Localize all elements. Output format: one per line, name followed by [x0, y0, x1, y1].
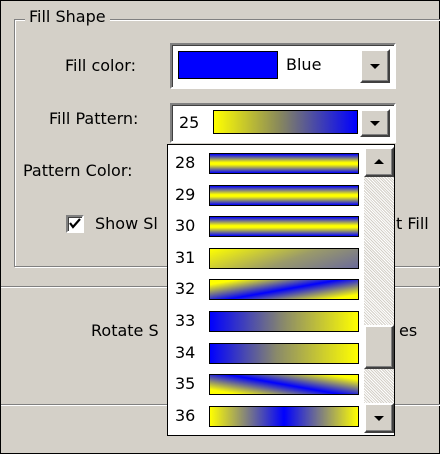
pattern-option-swatch: [209, 405, 359, 427]
fill-color-label: Fill color:: [65, 56, 136, 75]
pattern-option-swatch: [209, 247, 359, 269]
fill-pattern-combobox[interactable]: 25: [170, 103, 396, 143]
checkmark-icon: [69, 218, 81, 229]
pattern-option[interactable]: 29: [168, 179, 362, 211]
chevron-up-icon: [374, 159, 384, 164]
pattern-option-swatch: [209, 374, 359, 396]
fill-pattern-label: Fill Pattern:: [49, 109, 139, 128]
pattern-option-swatch: [209, 216, 359, 238]
chevron-down-icon: [374, 416, 384, 421]
pattern-option[interactable]: 31: [168, 242, 362, 274]
vertical-scrollbar[interactable]: [364, 147, 394, 433]
pattern-dropdown-list[interactable]: 28 29 30 31 32 33 34 35 36: [167, 144, 395, 436]
pattern-option-number: 36: [175, 405, 196, 425]
dialog-panel: Fill Shape Fill color: Blue Fill Pattern…: [0, 0, 440, 454]
show-checkbox[interactable]: [66, 215, 84, 233]
pattern-option-number: 34: [175, 342, 196, 362]
pattern-option-number: 35: [175, 374, 196, 394]
pattern-option-number: 32: [175, 279, 196, 299]
pattern-option[interactable]: 34: [168, 337, 362, 369]
pattern-option-number: 28: [175, 153, 196, 172]
show-checkbox-label: Show Sl: [95, 214, 158, 233]
fill-color-value: Blue: [286, 55, 322, 74]
pattern-option-number: 33: [175, 311, 196, 330]
pattern-option[interactable]: 28: [168, 147, 362, 179]
pattern-option-swatch: [209, 279, 359, 301]
fill-pattern-dropdown-button[interactable]: [360, 109, 390, 137]
right-es-text: es: [399, 321, 418, 340]
pattern-option-number: 29: [175, 184, 196, 204]
pattern-option[interactable]: 33: [168, 305, 362, 337]
scroll-down-button[interactable]: [364, 403, 394, 433]
chevron-down-icon: [370, 64, 380, 69]
pattern-option-number: 31: [175, 247, 196, 267]
pattern-option[interactable]: 36: [168, 400, 362, 432]
fill-color-dropdown-button[interactable]: [360, 49, 390, 83]
pattern-color-label: Pattern Color:: [23, 161, 133, 180]
pattern-option-swatch: [209, 342, 359, 364]
pattern-option[interactable]: 30: [168, 210, 362, 242]
pattern-option-swatch: [209, 184, 359, 206]
right-fill-text: t Fill: [396, 214, 429, 233]
scroll-thumb[interactable]: [364, 325, 394, 369]
pattern-option-swatch: [209, 311, 359, 332]
pattern-option-swatch: [209, 153, 359, 174]
pattern-option[interactable]: 35: [168, 368, 362, 400]
fill-color-swatch: [178, 51, 278, 79]
fill-pattern-value: 25: [179, 113, 200, 132]
fill-color-combobox[interactable]: Blue: [170, 43, 396, 89]
pattern-option-number: 30: [175, 216, 196, 236]
group-title: Fill Shape: [25, 7, 110, 27]
fill-pattern-swatch: [213, 110, 358, 134]
chevron-down-icon: [370, 121, 380, 126]
rotate-label: Rotate S: [91, 321, 159, 340]
pattern-option[interactable]: 32: [168, 273, 362, 305]
scroll-up-button[interactable]: [364, 147, 394, 177]
